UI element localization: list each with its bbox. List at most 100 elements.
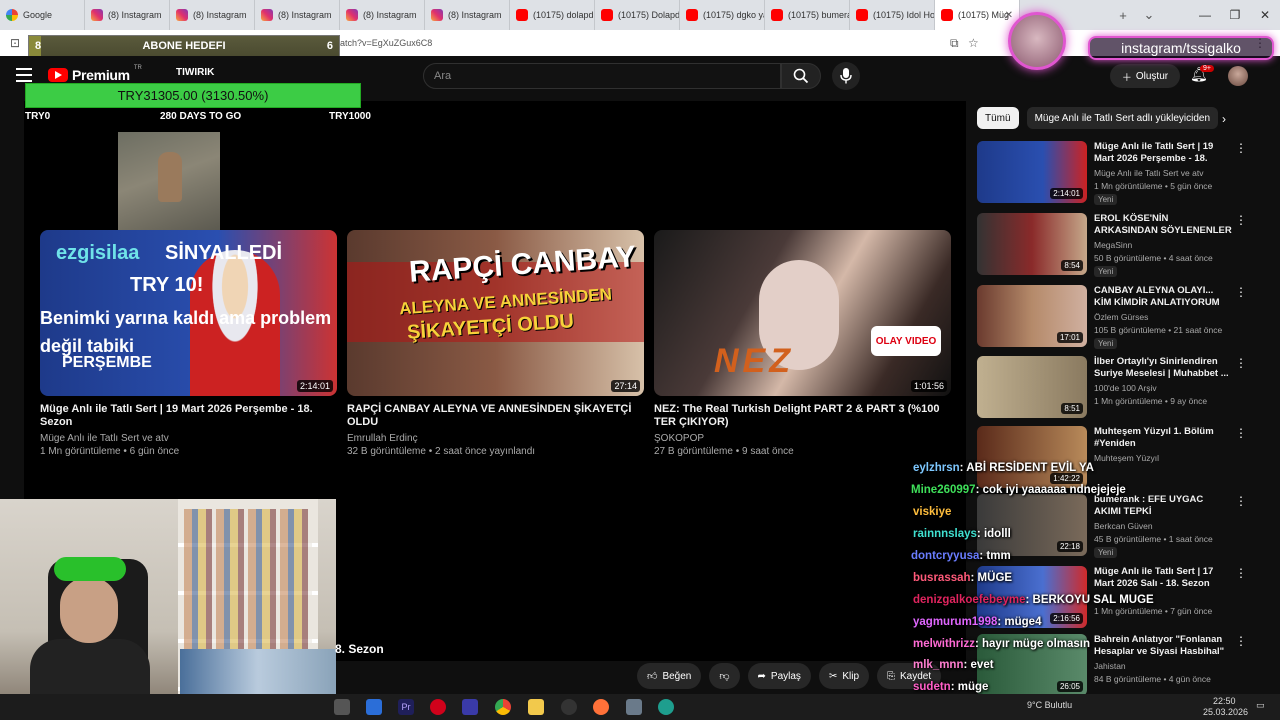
edge-icon[interactable] xyxy=(658,699,674,715)
search-input[interactable]: Ara xyxy=(423,63,781,89)
taskbar-app-icon[interactable] xyxy=(334,699,350,715)
video-title[interactable]: RAPÇİ CANBAY ALEYNA VE ANNESİNDEN ŞİKAYE… xyxy=(347,403,644,429)
file-explorer-icon[interactable] xyxy=(528,699,544,715)
chip-all[interactable]: Tümü xyxy=(977,107,1019,129)
outlook-icon[interactable] xyxy=(366,699,382,715)
sidebar-video-item[interactable]: 8:54 EROL KÖSE'NİN ARKASINDAN SÖYLENENLER… xyxy=(977,213,1247,279)
notification-icon[interactable]: ▭ xyxy=(1256,700,1265,711)
sidebar-video-title[interactable]: bumerank : EFE UYGAC AKIMI TEPKİ xyxy=(1094,494,1232,518)
video-channel[interactable]: ŞOKOPOP xyxy=(654,432,951,445)
browser-tab[interactable]: (10175) bumera xyxy=(765,0,850,30)
youtube-logo[interactable]: Premium TR xyxy=(48,65,142,83)
browser-tab[interactable]: (10175) dgko ya xyxy=(680,0,765,30)
thumbs-up-icon: 👍︎ xyxy=(647,671,658,682)
opera-icon[interactable] xyxy=(430,699,446,715)
search-button[interactable] xyxy=(781,63,821,89)
sidebar-thumbnail[interactable]: 8:54 xyxy=(977,213,1087,275)
sidebar-video-item[interactable]: 22:18 bumerank : EFE UYGAC AKIMI TEPKİ Ber… xyxy=(977,494,1247,560)
sidebar-video-title[interactable]: Müge Anlı ile Tatlı Sert | 17 Mart 2026 … xyxy=(1094,566,1232,590)
browser-tab[interactable]: (10175) Dolapdı xyxy=(595,0,680,30)
video-card[interactable]: ezgisilaa SİNYALLEDİ TRY 10! Benimki yar… xyxy=(40,230,337,458)
more-options-icon[interactable]: ⋮ xyxy=(1235,494,1247,508)
sidebar-video-title[interactable]: İlber Ortaylı'yı Sinirlendiren Suriye Me… xyxy=(1094,356,1232,380)
share-button[interactable]: ➦ Paylaş xyxy=(747,663,811,689)
sidebar-video-channel[interactable]: Müge Anlı ile Tatlı Sert ve atv xyxy=(1094,168,1232,178)
sidebar-video-channel[interactable]: Berkcan Güven xyxy=(1094,521,1232,531)
browser-tab[interactable]: (8) Instagram xyxy=(340,0,425,30)
browser-tab[interactable]: (8) Instagram xyxy=(255,0,340,30)
url-text[interactable]: atch?v=EgXuZGux6C8 xyxy=(340,38,432,48)
obs-icon[interactable] xyxy=(561,699,577,715)
sidebar-video-channel[interactable]: Jahistan xyxy=(1094,661,1232,671)
goal-left-count: 8 xyxy=(35,40,42,52)
sidebar-video-item[interactable]: 1:42:22 Muhteşem Yüzyıl 1. Bölüm #Yeniden… xyxy=(977,426,1247,492)
chip-uploader[interactable]: Müge Anlı ile Tatlı Sert adlı yükleyicid… xyxy=(1026,107,1219,129)
install-icon[interactable]: ⧉ xyxy=(950,36,959,51)
chat-message: eylzhrsn: ABİ RESİDENT EVİL YA xyxy=(913,462,1094,474)
video-channel[interactable]: Müge Anlı ile Tatlı Sert ve atv xyxy=(40,432,337,445)
more-options-icon[interactable]: ⋮ xyxy=(1235,141,1247,155)
dislike-button[interactable]: 👎︎ xyxy=(709,663,740,689)
video-thumbnail[interactable]: NEZ OLAY VIDEO 1:01:56 xyxy=(654,230,951,396)
clock-date[interactable]: 25.03.2026 xyxy=(1203,707,1248,717)
sidebar-thumbnail[interactable]: 8:51 xyxy=(977,356,1087,418)
sidebar-video-title[interactable]: Müge Anlı ile Tatlı Sert | 19 Mart 2026 … xyxy=(1094,141,1232,165)
like-button[interactable]: 👍︎ Beğen xyxy=(637,663,702,689)
video-card[interactable]: RAPÇİ CANBAY ALEYNA VE ANNESİNDEN ŞİKAYE… xyxy=(347,230,644,458)
clock-time[interactable]: 22:50 xyxy=(1213,696,1236,706)
hamburger-menu-icon[interactable] xyxy=(16,68,32,82)
browser-tab[interactable]: (8) Instagram xyxy=(170,0,255,30)
more-options-icon[interactable]: ⋮ xyxy=(1235,356,1247,370)
chat-text: : BERKOYU SAL MUGE xyxy=(1025,594,1154,606)
video-title[interactable]: Müge Anlı ile Tatlı Sert | 19 Mart 2026 … xyxy=(40,403,337,429)
thumbs-down-icon: 👎︎ xyxy=(719,671,730,682)
goal-max: TRY1000 xyxy=(329,111,371,122)
sidebar-thumbnail[interactable]: 17:01 xyxy=(977,285,1087,347)
more-options-icon[interactable]: ⋮ xyxy=(1235,213,1247,227)
sidebar-thumbnail[interactable]: 2:14:01 xyxy=(977,141,1087,203)
browser-tab[interactable]: (8) Instagram xyxy=(85,0,170,30)
video-channel[interactable]: Emrullah Erdinç xyxy=(347,432,644,445)
sidebar-video-channel[interactable]: Muhteşem Yüzyıl xyxy=(1094,453,1232,463)
overlay-image xyxy=(118,132,220,230)
sidebar-video-item[interactable]: 8:51 İlber Ortaylı'yı Sinirlendiren Suriy… xyxy=(977,356,1247,422)
app-icon[interactable] xyxy=(462,699,478,715)
sidebar-video-channel[interactable]: 100'de 100 Arşiv xyxy=(1094,383,1232,393)
more-options-icon[interactable]: ⋮ xyxy=(1235,566,1247,580)
browser-tab[interactable]: (10175) Idol Ho xyxy=(850,0,935,30)
sidebar-video-views: 105 B görüntüleme • 21 saat önce xyxy=(1094,325,1223,335)
sidebar-thumbnail[interactable]: 22:18 xyxy=(977,494,1087,556)
sidebar-video-item[interactable]: 17:01 CANBAY ALEYNA OLAYI... KİM KİMDİR A… xyxy=(977,285,1247,351)
browser-tab[interactable]: (10175) dolapdı xyxy=(510,0,595,30)
sidebar-thumbnail[interactable]: 1:42:22 xyxy=(977,426,1087,488)
more-options-icon[interactable]: ⋮ xyxy=(1235,634,1247,648)
chevron-right-icon[interactable]: › xyxy=(1222,112,1226,126)
chat-text: : hayır müge olmasın xyxy=(974,638,1091,650)
more-options-icon[interactable]: ⋮ xyxy=(1235,285,1247,299)
sidebar-video-channel[interactable]: MegaSinn xyxy=(1094,240,1232,250)
clip-button[interactable]: ✂ Klip xyxy=(818,663,870,689)
sidebar-video-title[interactable]: Muhteşem Yüzyıl 1. Bölüm #Yeniden xyxy=(1094,426,1232,450)
search-icon xyxy=(793,68,809,84)
video-meta: 27 B görüntüleme • 9 saat önce xyxy=(654,446,794,457)
sidebar-video-item[interactable]: 2:14:01 Müge Anlı ile Tatlı Sert | 19 Mar… xyxy=(977,141,1247,207)
browser-tab[interactable]: Google xyxy=(0,0,85,30)
chrome-icon[interactable] xyxy=(495,699,511,715)
weather-text[interactable]: 9°C Bulutlu xyxy=(1027,700,1072,710)
video-thumbnail[interactable]: RAPÇİ CANBAY ALEYNA VE ANNESİNDEN ŞİKAYE… xyxy=(347,230,644,396)
video-thumbnail[interactable]: ezgisilaa SİNYALLEDİ TRY 10! Benimki yar… xyxy=(40,230,337,396)
sidebar-video-title[interactable]: Bahrein Anlatıyor "Fonlanan Hesaplar ve … xyxy=(1094,634,1232,658)
browser-tab[interactable]: (8) Instagram xyxy=(425,0,510,30)
premiere-icon[interactable]: Pr xyxy=(398,699,414,715)
video-title[interactable]: NEZ: The Real Turkish Delight PART 2 & P… xyxy=(654,403,951,429)
chat-message: viskiye xyxy=(913,506,951,518)
voice-search-button[interactable] xyxy=(832,62,860,90)
more-options-icon[interactable]: ⋮ xyxy=(1235,426,1247,440)
app-icon[interactable] xyxy=(626,699,642,715)
video-card[interactable]: NEZ OLAY VIDEO 1:01:56 NEZ: The Real Tur… xyxy=(654,230,951,458)
sidebar-video-title[interactable]: EROL KÖSE'NİN ARKASINDAN SÖYLENENLER KAN… xyxy=(1094,213,1232,237)
firefox-icon[interactable] xyxy=(593,699,609,715)
sidebar-video-title[interactable]: CANBAY ALEYNA OLAYI... KİM KİMDİR ANLATI… xyxy=(1094,285,1232,309)
sidebar-video-channel[interactable]: Özlem Gürses xyxy=(1094,312,1232,322)
star-icon[interactable]: ☆ xyxy=(968,36,979,50)
